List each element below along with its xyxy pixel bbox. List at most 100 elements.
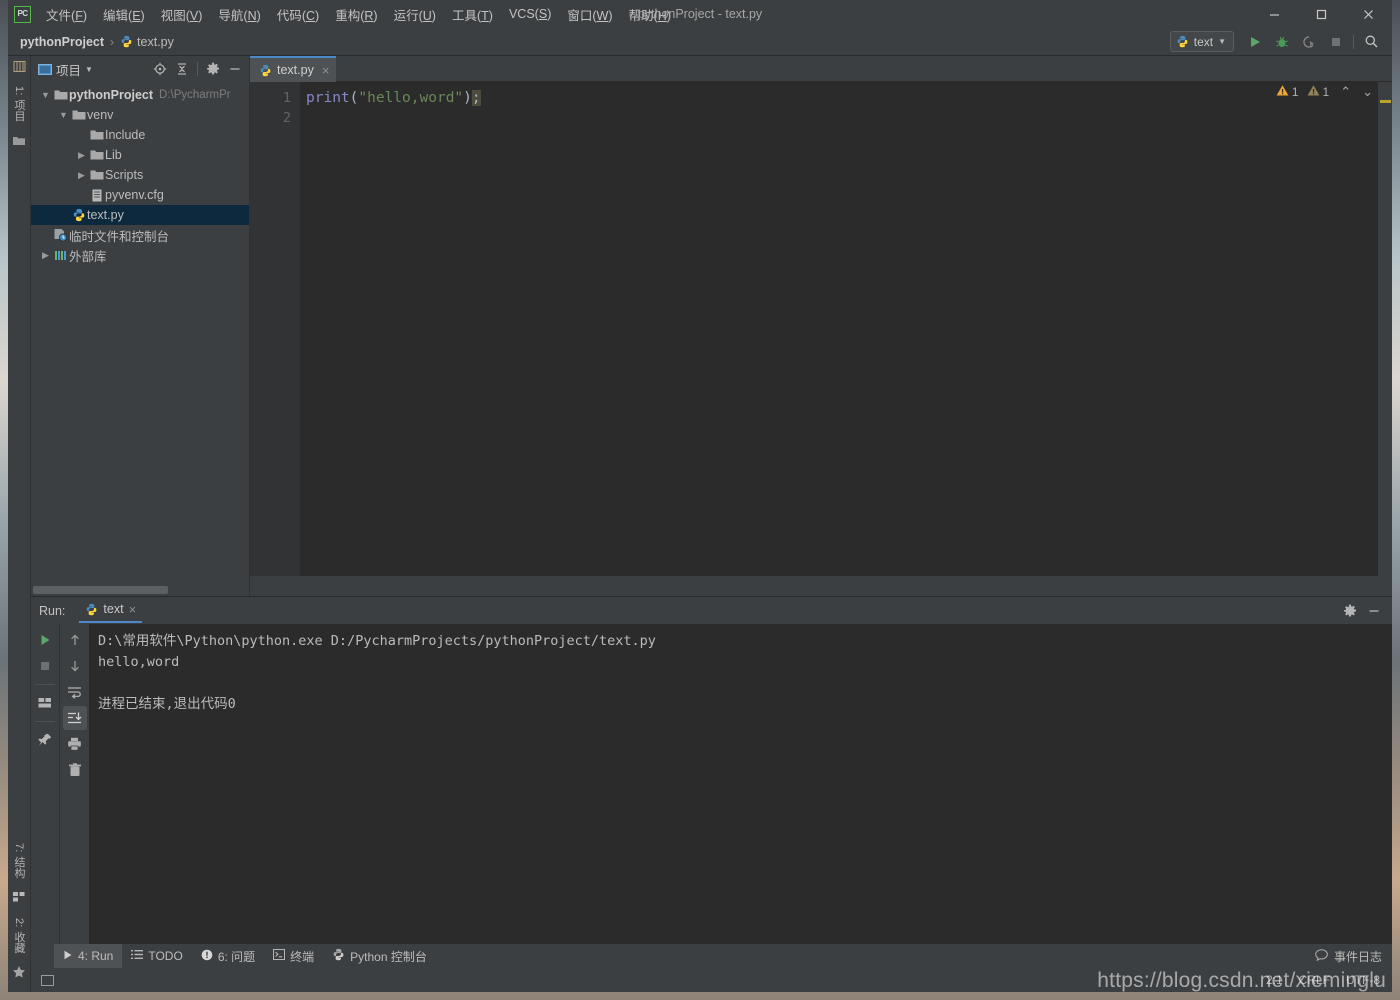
problems-icon xyxy=(201,949,213,964)
code-close-paren: ) xyxy=(463,90,472,106)
warning-indicator[interactable]: 1 xyxy=(1276,84,1299,100)
python-file-icon xyxy=(85,603,98,616)
warning-stripe-marker[interactable] xyxy=(1380,100,1391,103)
menu-help[interactable]: 帮助(H) xyxy=(621,2,679,27)
scrollbar-thumb[interactable] xyxy=(33,586,168,594)
line-number-gutter: 1 2 xyxy=(250,82,300,576)
stop-button[interactable] xyxy=(33,654,57,678)
code-semicolon-warning: ; xyxy=(471,90,481,106)
run-configuration-selector[interactable]: text ▼ xyxy=(1169,31,1234,52)
caret-position[interactable]: 2:1 xyxy=(1266,973,1283,987)
run-tool-window: Run: text × D:\常用软件\Python\python.exe D:… xyxy=(31,596,1392,944)
sidebar-tab-structure[interactable]: 7: 结构 xyxy=(10,838,28,884)
console-output[interactable]: D:\常用软件\Python\python.exe D:/PycharmProj… xyxy=(89,624,1392,944)
layout-button[interactable] xyxy=(33,691,57,715)
editor-area: text.py × 1 2 print("hello,word"); 1 1 ⌃… xyxy=(250,56,1392,596)
chevron-right-icon[interactable]: ▶ xyxy=(75,170,88,181)
editor-marker-gutter[interactable] xyxy=(1379,82,1392,576)
code-line-1[interactable]: print("hello,word"); xyxy=(300,82,1379,108)
tree-row-pyvenv-cfg[interactable]: pyvenv.cfg xyxy=(31,185,249,205)
chevron-down-icon[interactable]: ▼ xyxy=(39,90,52,100)
bottom-tab-problems[interactable]: 6: 问题 xyxy=(192,944,264,968)
editor-tab-text-py[interactable]: text.py × xyxy=(250,56,337,82)
collapse-all-icon[interactable] xyxy=(172,59,192,79)
bottom-tab-python-console[interactable]: Python 控制台 xyxy=(323,944,436,968)
settings-gear-icon[interactable] xyxy=(203,59,223,79)
previous-highlight-icon[interactable]: ⌃ xyxy=(1340,84,1351,100)
project-tree: ▼ pythonProject D:\PycharmPr ▼ venv Incl… xyxy=(31,82,249,583)
coverage-button[interactable] xyxy=(1296,30,1321,54)
close-icon[interactable] xyxy=(1345,0,1392,28)
bottom-tab-terminal[interactable]: 终端 xyxy=(264,944,323,968)
breadcrumb-file[interactable]: text.py xyxy=(137,35,174,49)
menu-window[interactable]: 窗口(W) xyxy=(559,2,620,27)
tree-row-include[interactable]: Include xyxy=(31,125,249,145)
settings-gear-icon[interactable] xyxy=(1340,601,1360,621)
menu-code[interactable]: 代码(C) xyxy=(269,2,327,27)
sidebar-tab-favorites[interactable]: 2: 收藏 xyxy=(10,913,28,959)
tree-row-pythonproject[interactable]: ▼ pythonProject D:\PycharmPr xyxy=(31,85,249,105)
rerun-button[interactable] xyxy=(33,628,57,652)
run-button[interactable] xyxy=(1242,30,1267,54)
pin-tab-button[interactable] xyxy=(33,728,57,752)
scroll-down-button[interactable] xyxy=(63,654,87,678)
print-button[interactable] xyxy=(63,732,87,756)
chevron-down-icon[interactable]: ▼ xyxy=(57,110,70,120)
tree-row-text-py[interactable]: text.py xyxy=(31,205,249,225)
bottom-tab-todo[interactable]: TODO xyxy=(122,944,191,968)
debug-button[interactable] xyxy=(1269,30,1294,54)
breadcrumb-separator: › xyxy=(110,34,115,49)
project-horizontal-scrollbar[interactable] xyxy=(31,583,249,596)
tree-row-external-libraries[interactable]: ▶ 外部库 xyxy=(31,245,249,265)
search-everywhere-button[interactable] xyxy=(1359,30,1384,54)
menu-vcs[interactable]: VCS(S) xyxy=(501,4,559,24)
folder-icon[interactable] xyxy=(12,134,26,152)
maximize-icon[interactable] xyxy=(1298,0,1345,28)
run-tab-text[interactable]: text × xyxy=(79,599,143,623)
soft-wrap-button[interactable] xyxy=(63,680,87,704)
clear-all-button[interactable] xyxy=(63,758,87,782)
console-line: D:\常用软件\Python\python.exe D:/PycharmProj… xyxy=(98,633,656,649)
sidebar-tab-project[interactable]: 1: 项目 xyxy=(10,81,28,127)
scroll-up-button[interactable] xyxy=(63,628,87,652)
menu-view[interactable]: 视图(V) xyxy=(153,2,211,27)
tree-label: pythonProject xyxy=(69,88,154,102)
toggle-sidebar-icon[interactable] xyxy=(41,974,54,986)
tree-row-scratches[interactable]: 临时文件和控制台 xyxy=(31,225,249,245)
tree-label: Scripts xyxy=(105,168,144,182)
weak-warning-indicator[interactable]: 1 xyxy=(1307,84,1329,100)
menu-run[interactable]: 运行(U) xyxy=(386,2,444,27)
tree-row-venv[interactable]: ▼ venv xyxy=(31,105,249,125)
project-panel-title: 项目 xyxy=(56,63,82,78)
select-opened-file-icon[interactable] xyxy=(150,59,170,79)
chevron-down-icon[interactable]: ▼ xyxy=(85,65,93,74)
left-tool-stripe: 1: 项目 7: 结构 2: 收藏 xyxy=(8,56,31,992)
next-highlight-icon[interactable]: ⌄ xyxy=(1362,84,1373,100)
close-icon[interactable]: × xyxy=(322,63,330,78)
tree-label: 临时文件和控制台 xyxy=(69,229,170,244)
chevron-right-icon[interactable]: ▶ xyxy=(75,150,88,161)
menu-file[interactable]: 文件(F) xyxy=(38,2,95,27)
hide-icon[interactable] xyxy=(1364,601,1384,621)
tree-row-lib[interactable]: ▶ Lib xyxy=(31,145,249,165)
hide-icon[interactable] xyxy=(225,59,245,79)
menu-edit[interactable]: 编辑(E) xyxy=(95,2,153,27)
file-encoding[interactable]: UTF-8 xyxy=(1346,973,1380,987)
minimize-icon[interactable] xyxy=(1251,0,1298,28)
config-file-icon xyxy=(88,189,105,202)
menu-tools[interactable]: 工具(T) xyxy=(444,2,501,27)
bottom-tab-run[interactable]: 4: Run xyxy=(54,944,123,968)
code-canvas[interactable]: print("hello,word"); 1 1 ⌃ ⌄ xyxy=(300,82,1379,576)
menu-refactor[interactable]: 重构(R) xyxy=(327,2,385,27)
close-icon[interactable]: × xyxy=(129,602,137,617)
menu-navigate[interactable]: 导航(N) xyxy=(210,2,268,27)
line-separator[interactable]: CRLF xyxy=(1299,973,1330,987)
tree-row-scripts[interactable]: ▶ Scripts xyxy=(31,165,249,185)
event-log-label[interactable]: 事件日志 xyxy=(1334,948,1382,965)
scroll-to-end-button[interactable] xyxy=(62,706,87,730)
chevron-right-icon[interactable]: ▶ xyxy=(39,250,52,261)
stop-button[interactable] xyxy=(1323,30,1348,54)
run-panel-label: Run: xyxy=(39,603,66,618)
breadcrumb-project[interactable]: pythonProject xyxy=(20,35,104,49)
tree-label: text.py xyxy=(87,208,124,222)
